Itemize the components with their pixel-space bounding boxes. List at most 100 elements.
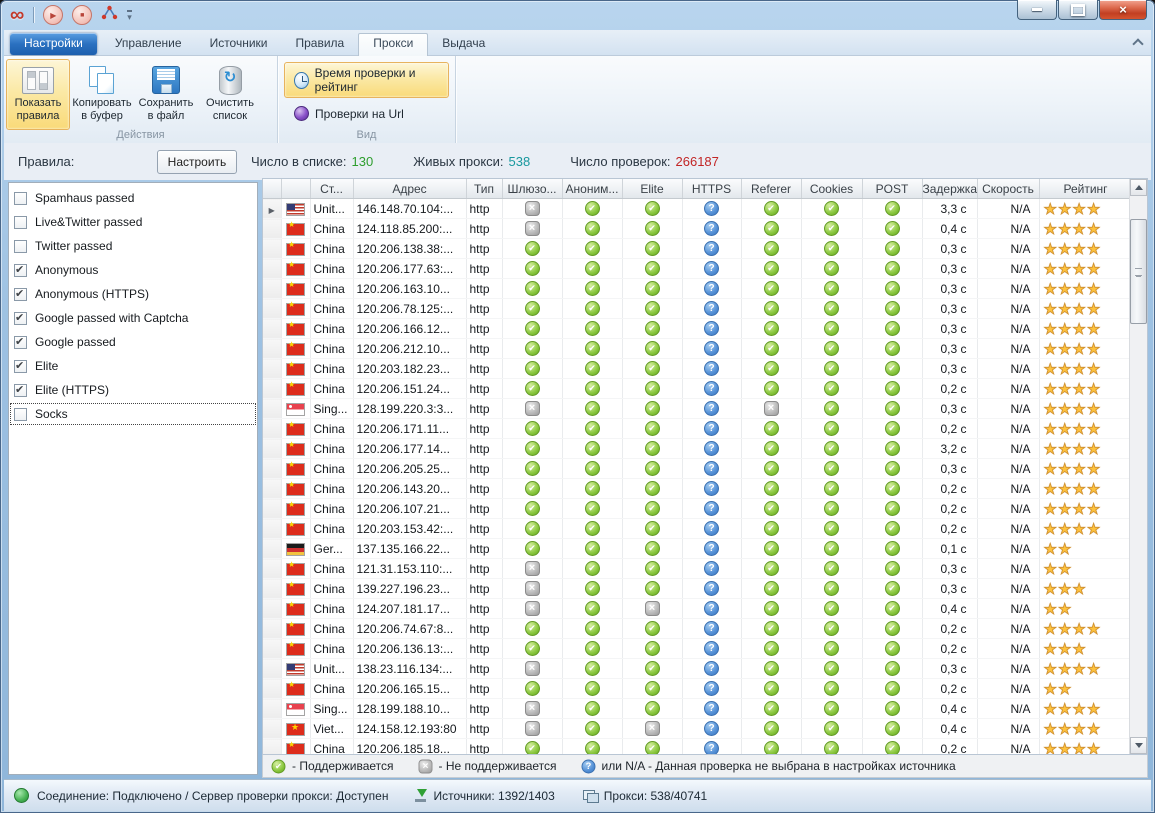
minimize-button[interactable] [1017, 0, 1057, 20]
rule-item-Google passed with Captcha[interactable]: Google passed with Captcha [9, 306, 257, 330]
rule-item-Socks[interactable]: Socks [9, 402, 257, 426]
ribbon-button-Показать правила[interactable]: Показать правила [6, 59, 70, 130]
table-row[interactable]: Ger...137.135.166.22...http0,1 сN/A★★ [263, 539, 1132, 559]
delay-cell: 0,3 с [922, 299, 977, 319]
tab-Источники[interactable]: Источники [196, 34, 282, 56]
checkbox-icon[interactable] [14, 360, 27, 373]
table-row[interactable]: China120.206.138.38:...http0,3 сN/A★★★★ [263, 239, 1132, 259]
column-header[interactable]: Рейтинг [1039, 179, 1132, 199]
column-header[interactable]: Задержка [922, 179, 977, 199]
table-row[interactable]: China120.206.205.25...http0,3 сN/A★★★★ [263, 459, 1132, 479]
table-row[interactable]: ▶Unit...146.148.70.104:...http3,3 сN/A★★… [263, 199, 1132, 219]
ribbon-button-Очистить список[interactable]: Очистить список [198, 59, 262, 130]
checkbox-icon[interactable] [14, 384, 27, 397]
table-row[interactable]: China120.206.185.18...http0,2 сN/A★★★★ [263, 739, 1132, 756]
scroll-up-button[interactable] [1130, 179, 1147, 196]
proxy-grid[interactable]: Ст...АдресТипШлюзо...Аноним...EliteHTTPS… [263, 179, 1133, 755]
stop-button[interactable] [72, 5, 92, 25]
start-button[interactable] [43, 5, 63, 25]
ribbon-button-Копировать в буфер[interactable]: Копировать в буфер [70, 59, 134, 130]
table-row[interactable]: China120.206.177.14...http3,2 сN/A★★★★ [263, 439, 1132, 459]
column-header[interactable]: Elite [622, 179, 682, 199]
tab-Управление[interactable]: Управление [101, 34, 196, 56]
supported-icon [272, 759, 286, 773]
vertical-scrollbar[interactable] [1129, 179, 1147, 754]
table-row[interactable]: China120.203.182.23...http0,3 сN/A★★★★ [263, 359, 1132, 379]
collapse-ribbon-icon[interactable] [1133, 38, 1141, 46]
rule-item-Twitter passed[interactable]: Twitter passed [9, 234, 257, 258]
column-header[interactable]: HTTPS [682, 179, 741, 199]
scroll-down-button[interactable] [1130, 737, 1147, 754]
title-bar[interactable]: ∞ ▾ × [0, 0, 1155, 30]
table-row[interactable]: China120.206.74.67:8...http0,2 сN/A★★★★ [263, 619, 1132, 639]
anonymous-cell [562, 679, 622, 699]
column-header[interactable]: Ст... [310, 179, 353, 199]
gateway-cell [502, 719, 562, 739]
column-header[interactable]: POST [862, 179, 922, 199]
table-row[interactable]: Sing...128.199.188.10...http0,4 сN/A★★★★ [263, 699, 1132, 719]
rule-item-Google passed[interactable]: Google passed [9, 330, 257, 354]
ribbon-button-Время проверки и рейтинг[interactable]: Время проверки и рейтинг [284, 62, 449, 98]
checkbox-icon[interactable] [14, 192, 27, 205]
table-header-row[interactable]: Ст...АдресТипШлюзо...Аноним...EliteHTTPS… [263, 179, 1132, 199]
rule-item-Live&Twitter passed[interactable]: Live&Twitter passed [9, 210, 257, 234]
rule-item-Elite[interactable]: Elite [9, 354, 257, 378]
table-row[interactable]: China120.206.78.125:...http0,3 сN/A★★★★ [263, 299, 1132, 319]
tab-Правила[interactable]: Правила [282, 34, 359, 56]
table-row[interactable]: China124.118.85.200:...http0,4 сN/A★★★★ [263, 219, 1132, 239]
column-header[interactable]: Шлюзо... [502, 179, 562, 199]
table-row[interactable]: China120.206.143.20...http0,2 сN/A★★★★ [263, 479, 1132, 499]
column-header[interactable] [281, 179, 310, 199]
column-header[interactable]: Аноним... [562, 179, 622, 199]
checkbox-icon[interactable] [14, 240, 27, 253]
table-row[interactable]: China120.206.177.63:...http0,3 сN/A★★★★ [263, 259, 1132, 279]
type-cell: http [466, 379, 502, 399]
table-row[interactable]: Sing...128.199.220.3:3...http0,3 сN/A★★★… [263, 399, 1132, 419]
column-header[interactable]: Тип [466, 179, 502, 199]
checkbox-icon[interactable] [14, 408, 27, 421]
table-row[interactable]: China120.206.171.11...http0,2 сN/A★★★★ [263, 419, 1132, 439]
checkbox-icon[interactable] [14, 336, 27, 349]
column-header[interactable] [263, 179, 281, 199]
proxy-table-area[interactable]: Ст...АдресТипШлюзо...Аноним...EliteHTTPS… [262, 178, 1148, 755]
table-row[interactable]: China120.206.136.13:...http0,2 сN/A★★★ [263, 639, 1132, 659]
checkbox-icon[interactable] [14, 312, 27, 325]
column-header[interactable]: Скорость [977, 179, 1039, 199]
table-row[interactable]: Unit...138.23.116.134:...http0,3 сN/A★★★… [263, 659, 1132, 679]
column-header[interactable]: Referer [741, 179, 801, 199]
checkbox-icon[interactable] [14, 288, 27, 301]
https-cell [682, 499, 741, 519]
network-graph-icon[interactable] [101, 5, 118, 25]
table-row[interactable]: China124.207.181.17...http0,4 сN/A★★ [263, 599, 1132, 619]
table-row[interactable]: China120.206.165.15...http0,2 сN/A★★ [263, 679, 1132, 699]
table-row[interactable]: China120.206.163.10...http0,3 сN/A★★★★ [263, 279, 1132, 299]
ribbon-button-Сохранить в файл[interactable]: Сохранить в файл [134, 59, 198, 130]
table-row[interactable]: Viet...124.158.12.193:80http0,4 сN/A★★★★ [263, 719, 1132, 739]
close-button[interactable]: × [1099, 0, 1147, 20]
status-yes-icon [585, 661, 600, 676]
rule-item-Spamhaus passed[interactable]: Spamhaus passed [9, 186, 257, 210]
tab-Настройки[interactable]: Настройки [10, 33, 97, 55]
customize-toolbar-dropdown-icon[interactable]: ▾ [127, 10, 132, 21]
post-cell [862, 499, 922, 519]
table-row[interactable]: China120.206.107.21...http0,2 сN/A★★★★ [263, 499, 1132, 519]
column-header[interactable]: Cookies [801, 179, 862, 199]
tab-Прокси[interactable]: Прокси [358, 33, 428, 58]
maximize-button[interactable] [1058, 0, 1098, 20]
configure-rules-button[interactable]: Настроить [157, 150, 237, 174]
table-row[interactable]: China120.206.151.24...http0,2 сN/A★★★★ [263, 379, 1132, 399]
column-header[interactable]: Адрес [353, 179, 466, 199]
checkbox-icon[interactable] [14, 216, 27, 229]
table-row[interactable]: China121.31.153.110:...http0,3 сN/A★★ [263, 559, 1132, 579]
rule-item-Anonymous (HTTPS)[interactable]: Anonymous (HTTPS) [9, 282, 257, 306]
rule-item-Elite (HTTPS)[interactable]: Elite (HTTPS) [9, 378, 257, 402]
table-row[interactable]: China120.206.166.12...http0,3 сN/A★★★★ [263, 319, 1132, 339]
checkbox-icon[interactable] [14, 264, 27, 277]
scrollbar-thumb[interactable] [1130, 219, 1147, 324]
ribbon-button-Проверки на Url[interactable]: Проверки на Url [284, 102, 414, 125]
tab-Выдача[interactable]: Выдача [428, 34, 499, 56]
rule-item-Anonymous[interactable]: Anonymous [9, 258, 257, 282]
table-row[interactable]: China139.227.196.23...http0,3 сN/A★★★ [263, 579, 1132, 599]
table-row[interactable]: China120.206.212.10...http0,3 сN/A★★★★ [263, 339, 1132, 359]
table-row[interactable]: China120.203.153.42:...http0,2 сN/A★★★★ [263, 519, 1132, 539]
